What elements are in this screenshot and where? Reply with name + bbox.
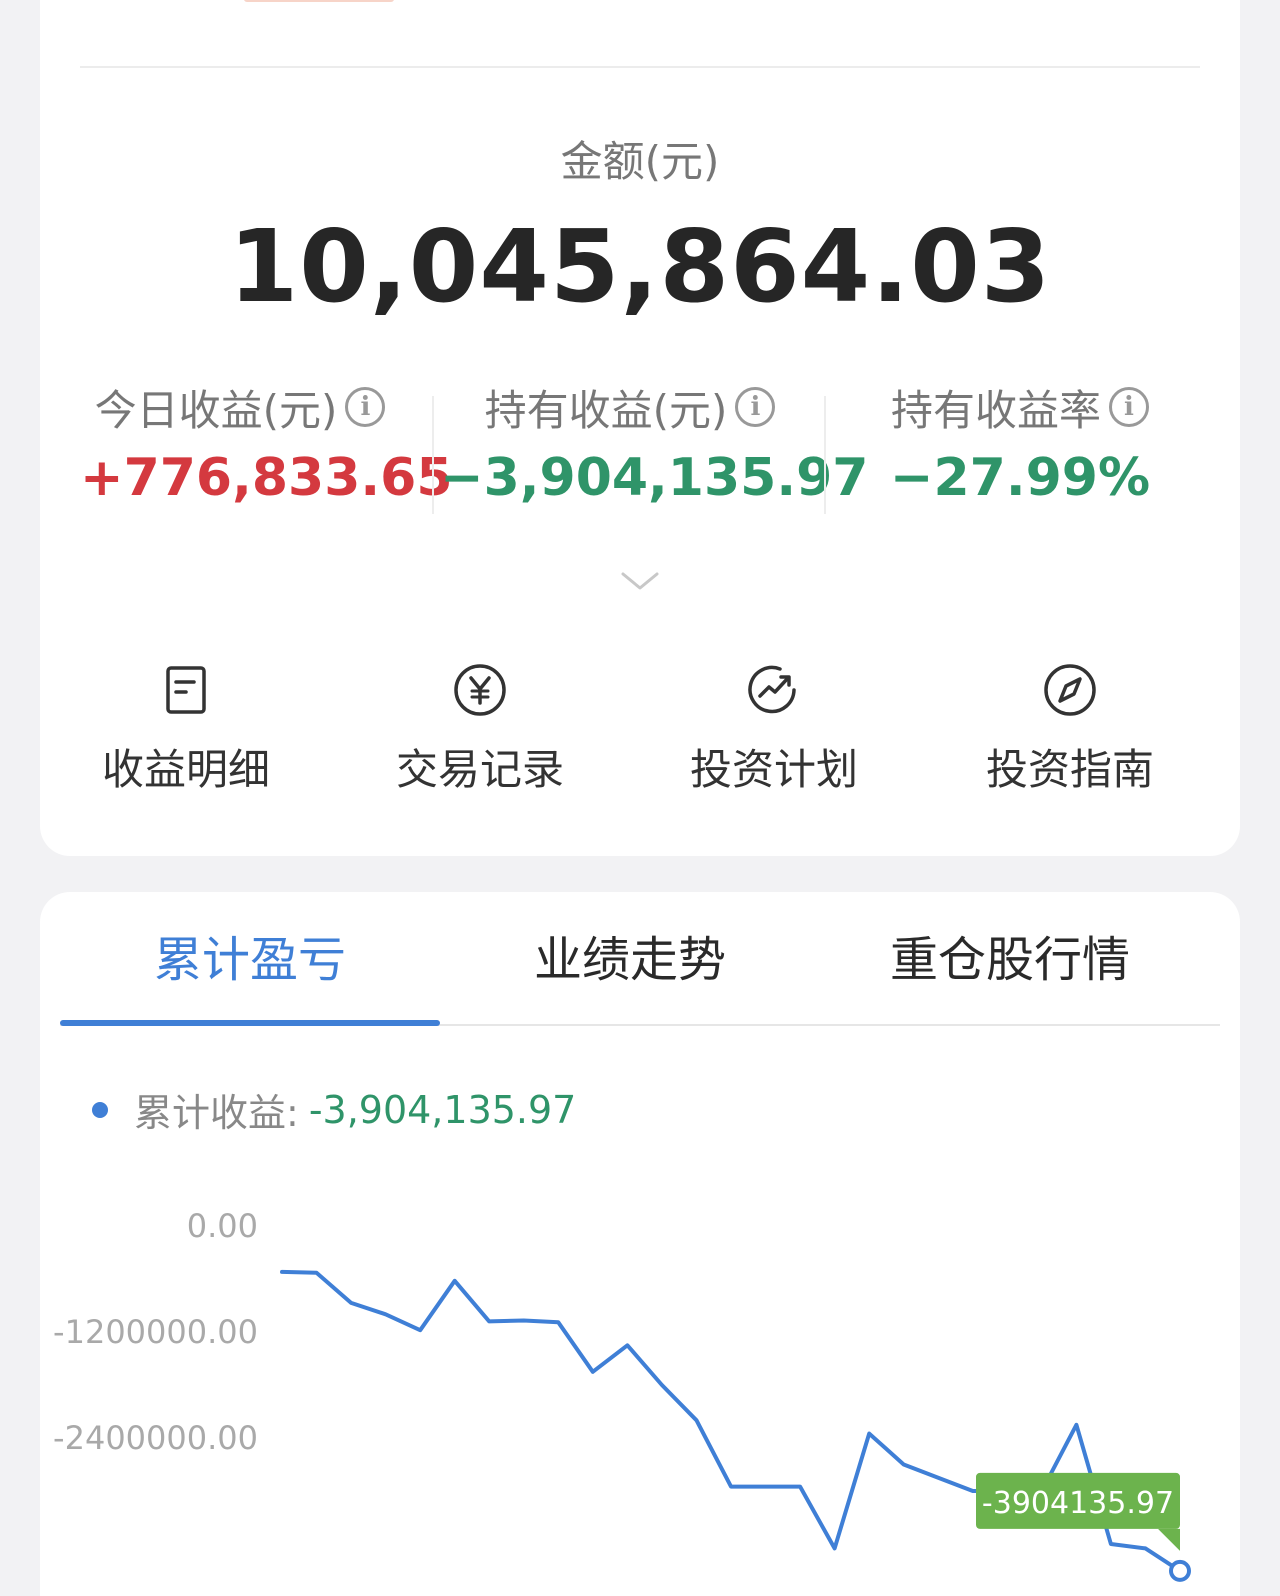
tooltip-value: -3904135.97 xyxy=(982,1486,1174,1521)
account-summary-card: 金额(元) 10,045,864.03 今日收益(元) i +776,833.6… xyxy=(40,0,1240,856)
earnings-detail-button[interactable]: 收益明细 xyxy=(66,660,306,794)
info-icon[interactable]: i xyxy=(345,387,386,427)
investment-plan-button[interactable]: 投资计划 xyxy=(654,660,894,794)
holding-yield[interactable]: 持有收益率 i −27.99% xyxy=(840,380,1200,510)
y-tick-label: -1200000.00 xyxy=(53,1313,258,1351)
yuan-circle-icon xyxy=(454,664,506,716)
document-icon xyxy=(166,666,206,714)
today-earnings-value: +776,833.65 xyxy=(80,448,453,508)
chevron-down-icon[interactable] xyxy=(620,570,660,594)
today-earnings-label: 今日收益(元) xyxy=(94,385,338,435)
top-cropped-element xyxy=(244,0,394,2)
performance-chart-card: 累计盈亏 业绩走势 重仓股行情 累计收益: -3,904,135.97 0.00… xyxy=(40,892,1240,1596)
transaction-record-button[interactable]: 交易记录 xyxy=(360,660,600,794)
divider xyxy=(80,66,1200,68)
last-point-marker xyxy=(1169,1559,1191,1582)
amount-label: 金额(元) xyxy=(560,137,720,186)
y-tick-label: -2400000.00 xyxy=(53,1419,258,1457)
stat-separator xyxy=(432,396,434,514)
info-icon[interactable]: i xyxy=(1109,387,1149,427)
holding-yield-value: −27.99% xyxy=(889,448,1151,508)
action-label: 投资计划 xyxy=(689,745,858,794)
holding-earnings-value: −3,904,135.97 xyxy=(440,448,869,508)
cumulative-pnl-chart[interactable]: 0.00 -1200000.00 -2400000.00 -3904135.97 xyxy=(40,892,1240,1596)
compass-icon xyxy=(1044,664,1096,716)
holding-yield-label: 持有收益率 xyxy=(890,385,1101,435)
total-amount: 10,045,864.03 xyxy=(228,208,1052,325)
holding-earnings-label: 持有收益(元) xyxy=(484,385,728,435)
action-label: 收益明细 xyxy=(101,745,270,794)
holding-earnings[interactable]: 持有收益(元) i −3,904,135.97 xyxy=(440,380,869,510)
trend-up-icon xyxy=(748,665,796,714)
action-label: 投资指南 xyxy=(985,745,1154,794)
today-earnings[interactable]: 今日收益(元) i +776,833.65 xyxy=(80,380,453,510)
y-tick-label: 0.00 xyxy=(187,1207,258,1245)
stat-separator xyxy=(824,396,826,514)
info-icon[interactable]: i xyxy=(735,387,776,427)
investment-guide-button[interactable]: 投资指南 xyxy=(950,660,1190,794)
tooltip-pointer xyxy=(1158,1528,1180,1551)
action-label: 交易记录 xyxy=(395,745,564,794)
